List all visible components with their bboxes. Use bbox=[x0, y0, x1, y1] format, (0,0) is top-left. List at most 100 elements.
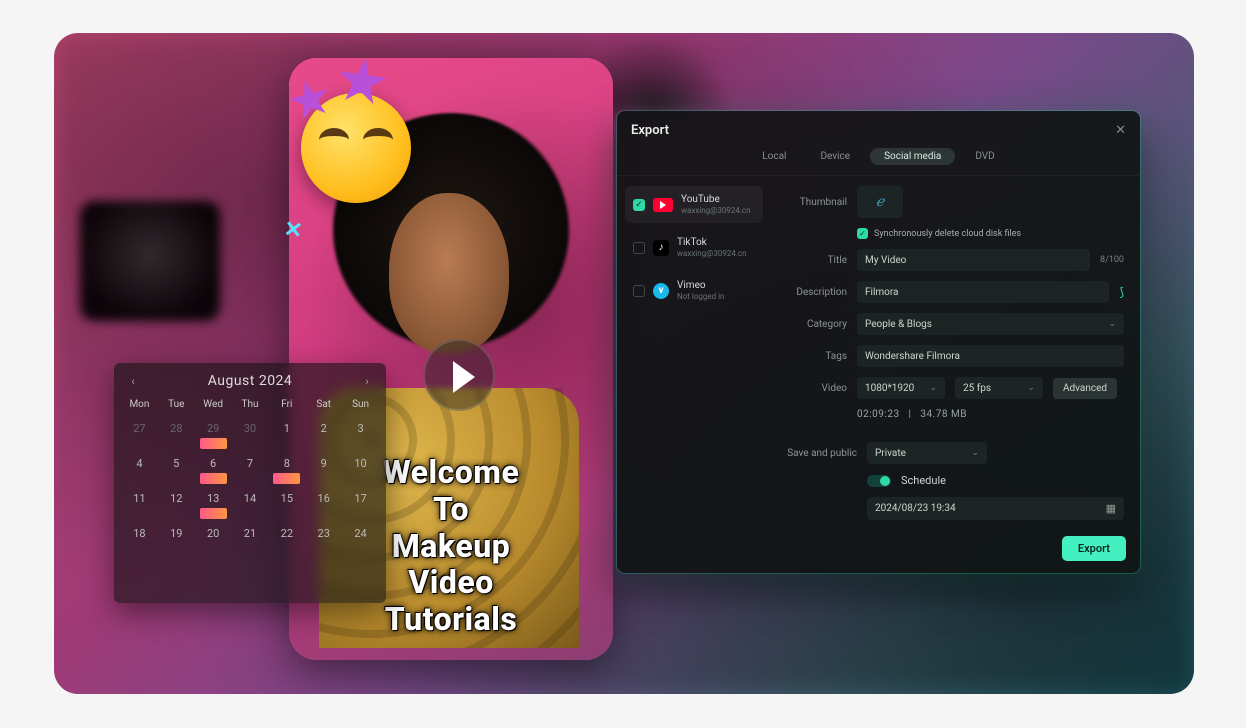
ai-assist-icon[interactable]: ⟆ bbox=[1119, 285, 1124, 299]
scheduled-post-thumb[interactable] bbox=[200, 473, 227, 484]
caption-line: Makeup Video bbox=[370, 528, 532, 602]
calendar-dow: Wed bbox=[196, 399, 231, 414]
calendar-dow: Sun bbox=[343, 399, 378, 414]
calendar-cell[interactable]: 24 bbox=[343, 521, 378, 554]
scheduled-post-thumb[interactable] bbox=[200, 438, 227, 449]
description-value: Filmora bbox=[865, 287, 899, 298]
scheduled-post-thumb[interactable] bbox=[200, 508, 227, 519]
vimeo-icon: v bbox=[653, 283, 669, 299]
platform-account: waxxing@30924.cn bbox=[681, 206, 751, 215]
privacy-value: Private bbox=[875, 448, 906, 459]
calendar-cell[interactable]: 22 bbox=[269, 521, 304, 554]
calendar-grid: MonTueWedThuFriSatSun2728293012345678910… bbox=[114, 395, 386, 562]
close-icon[interactable]: ✕ bbox=[1115, 123, 1126, 138]
starstruck-emoji bbox=[301, 93, 411, 203]
calendar-next-button[interactable]: › bbox=[360, 375, 374, 388]
scheduled-post-thumb[interactable] bbox=[273, 473, 300, 484]
platform-text: YouTubewaxxing@30924.cn bbox=[681, 194, 751, 215]
calendar-cell[interactable]: 23 bbox=[306, 521, 341, 554]
calendar-cell[interactable]: 20 bbox=[196, 521, 231, 554]
calendar-cell[interactable]: 19 bbox=[159, 521, 194, 554]
resolution-select[interactable]: 1080*1920 ⌄ bbox=[857, 377, 945, 399]
filesize-value: 34.78 MB bbox=[920, 409, 967, 420]
duration-value: 02:09:23 bbox=[857, 409, 900, 420]
calendar-cell[interactable]: 5 bbox=[159, 451, 194, 484]
platform-checkbox[interactable]: ✓ bbox=[633, 199, 645, 211]
calendar-icon: ▦ bbox=[1106, 502, 1116, 515]
calendar-cell[interactable]: 12 bbox=[159, 486, 194, 519]
video-caption: Welcome To Makeup Video Tutorials bbox=[370, 454, 532, 638]
platform-name: Vimeo bbox=[677, 280, 724, 292]
calendar-cell[interactable]: 11 bbox=[122, 486, 157, 519]
export-form: Thumbnail ℯ ✓ Synchronously delete cloud… bbox=[771, 176, 1140, 535]
chevron-down-icon: ⌄ bbox=[971, 448, 979, 458]
platform-checkbox[interactable] bbox=[633, 242, 645, 254]
advanced-button[interactable]: Advanced bbox=[1053, 378, 1117, 399]
sync-delete-checkbox[interactable]: ✓ bbox=[857, 228, 868, 239]
calendar-cell[interactable]: 9 bbox=[306, 451, 341, 484]
calendar-cell[interactable]: 16 bbox=[306, 486, 341, 519]
resolution-value: 1080*1920 bbox=[865, 383, 914, 394]
tab-local[interactable]: Local bbox=[748, 148, 800, 165]
platform-checkbox[interactable] bbox=[633, 285, 645, 297]
privacy-label: Save and public bbox=[779, 448, 857, 459]
calendar-cell[interactable]: 1 bbox=[269, 416, 304, 449]
calendar-cell[interactable]: 28 bbox=[159, 416, 194, 449]
title-input[interactable]: My Video bbox=[857, 249, 1090, 271]
platform-text: VimeoNot logged in bbox=[677, 280, 724, 301]
person-face bbox=[389, 193, 509, 353]
calendar-cell[interactable]: 27 bbox=[122, 416, 157, 449]
calendar-cell[interactable]: 14 bbox=[233, 486, 268, 519]
calendar-prev-button[interactable]: ‹ bbox=[126, 375, 140, 388]
thumbnail-label: Thumbnail bbox=[779, 197, 847, 208]
platform-tiktok[interactable]: ♪TikTokwaxxing@30924.cn bbox=[625, 229, 763, 266]
tags-value: Wondershare Filmora bbox=[865, 351, 960, 362]
calendar-cell[interactable]: 17 bbox=[343, 486, 378, 519]
calendar-cell[interactable]: 3 bbox=[343, 416, 378, 449]
title-char-count: 8/100 bbox=[1100, 255, 1124, 265]
thumbnail-picker[interactable]: ℯ bbox=[857, 186, 903, 218]
category-select[interactable]: People & Blogs ⌄ bbox=[857, 313, 1124, 335]
export-tabs: Local Device Social media DVD bbox=[617, 146, 1140, 175]
calendar-cell[interactable]: 6 bbox=[196, 451, 231, 484]
calendar-cell[interactable]: 15 bbox=[269, 486, 304, 519]
calendar-cell[interactable]: 4 bbox=[122, 451, 157, 484]
stage: Welcome To Makeup Video Tutorials ✕ ‹ Au… bbox=[54, 33, 1194, 694]
calendar-cell[interactable]: 30 bbox=[233, 416, 268, 449]
category-label: Category bbox=[779, 319, 847, 330]
export-dialog: Export ✕ Local Device Social media DVD ✓… bbox=[617, 111, 1140, 573]
x-decoration-icon: ✕ bbox=[282, 217, 304, 244]
platform-youtube[interactable]: ✓ YouTubewaxxing@30924.cn bbox=[625, 186, 763, 223]
video-meta: 02:09:23 | 34.78 MB bbox=[857, 409, 1124, 420]
caption-line: Tutorials bbox=[370, 601, 532, 638]
tab-social-media[interactable]: Social media bbox=[870, 148, 955, 165]
sync-delete-label: Synchronously delete cloud disk files bbox=[874, 229, 1021, 239]
video-label: Video bbox=[779, 383, 847, 394]
tags-input[interactable]: Wondershare Filmora bbox=[857, 345, 1124, 367]
category-value: People & Blogs bbox=[865, 319, 932, 330]
chevron-down-icon: ⌄ bbox=[1108, 319, 1116, 329]
platform-account: Not logged in bbox=[677, 292, 724, 301]
description-input[interactable]: Filmora bbox=[857, 281, 1109, 303]
calendar-cell[interactable]: 8 bbox=[269, 451, 304, 484]
play-button[interactable] bbox=[423, 339, 495, 411]
privacy-select[interactable]: Private ⌄ bbox=[867, 442, 987, 464]
platform-list: ✓ YouTubewaxxing@30924.cn ♪TikTokwaxxing@3… bbox=[617, 176, 771, 535]
calendar-cell[interactable]: 29 bbox=[196, 416, 231, 449]
schedule-toggle[interactable] bbox=[867, 475, 891, 487]
schedule-datetime-input[interactable]: 2024/08/23 19:34 ▦ bbox=[867, 497, 1124, 520]
platform-vimeo[interactable]: v VimeoNot logged in bbox=[625, 272, 763, 309]
calendar-cell[interactable]: 7 bbox=[233, 451, 268, 484]
calendar-cell[interactable]: 10 bbox=[343, 451, 378, 484]
calendar-cell[interactable]: 18 bbox=[122, 521, 157, 554]
platform-account: waxxing@30924.cn bbox=[677, 249, 747, 258]
tab-device[interactable]: Device bbox=[806, 148, 864, 165]
tab-dvd[interactable]: DVD bbox=[961, 148, 1008, 165]
fps-select[interactable]: 25 fps ⌄ bbox=[955, 377, 1043, 399]
calendar-cell[interactable]: 2 bbox=[306, 416, 341, 449]
calendar-cell[interactable]: 13 bbox=[196, 486, 231, 519]
caption-line: Welcome To bbox=[370, 454, 532, 528]
calendar-dow: Fri bbox=[269, 399, 304, 414]
export-button[interactable]: Export bbox=[1062, 536, 1126, 561]
calendar-cell[interactable]: 21 bbox=[233, 521, 268, 554]
